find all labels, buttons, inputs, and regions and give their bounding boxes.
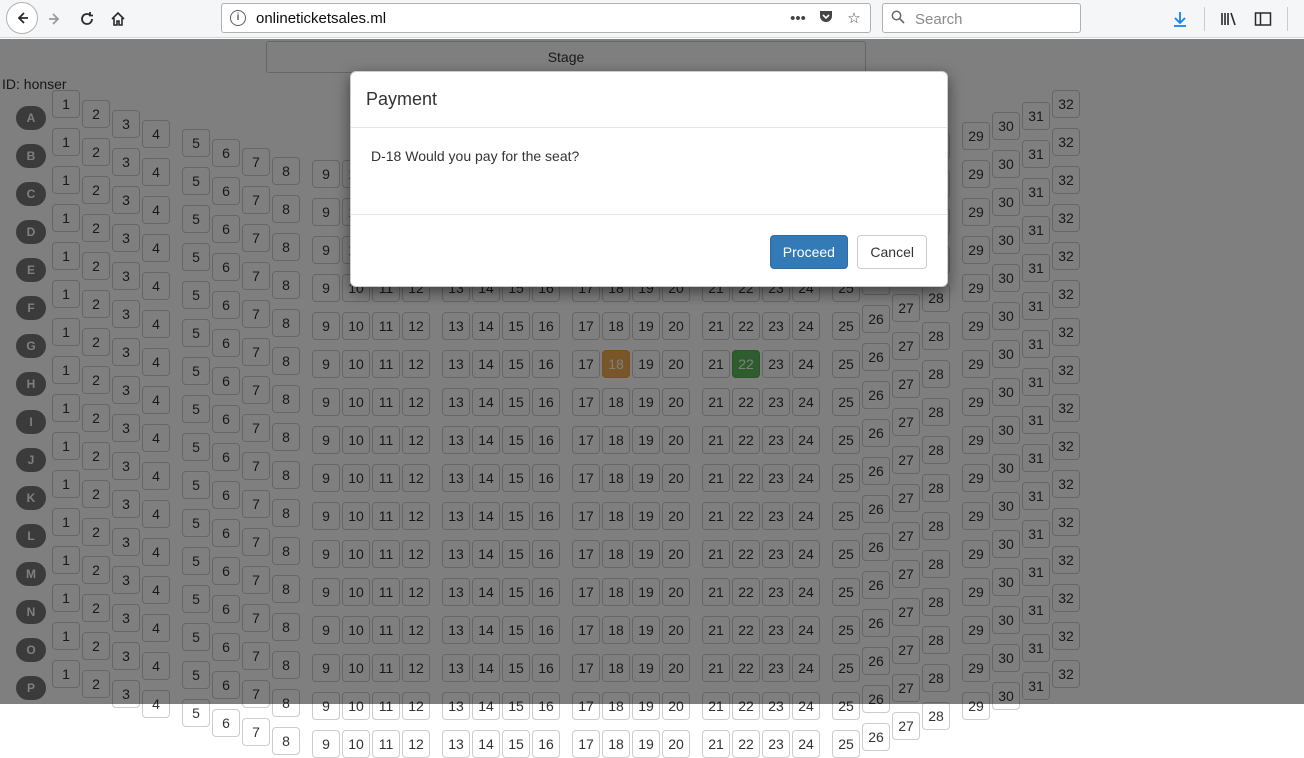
modal-title: Payment — [366, 89, 438, 109]
payment-modal: Payment D-18 Would you pay for the seat?… — [350, 71, 948, 287]
menu-icon[interactable] — [1300, 7, 1304, 31]
seat-p-20[interactable]: 20 — [662, 730, 690, 758]
seat-p-14[interactable]: 14 — [472, 730, 500, 758]
browser-toolbar: i onlineticketsales.ml ••• ☆ Search — [0, 0, 1304, 38]
seat-p-13[interactable]: 13 — [442, 730, 470, 758]
bookmark-star-icon[interactable]: ☆ — [844, 9, 864, 27]
seat-p-23[interactable]: 23 — [762, 730, 790, 758]
search-input[interactable]: Search — [882, 3, 1081, 33]
modal-header: Payment — [351, 72, 947, 128]
modal-message: D-18 Would you pay for the seat? — [371, 148, 580, 164]
toolbar-separator — [1204, 7, 1205, 31]
library-icon[interactable] — [1217, 7, 1241, 31]
url-text: onlineticketsales.ml — [256, 10, 387, 27]
modal-body: D-18 Would you pay for the seat? — [351, 128, 947, 214]
seat-p-12[interactable]: 12 — [402, 730, 430, 758]
seat-p-21[interactable]: 21 — [702, 730, 730, 758]
url-bar[interactable]: i onlineticketsales.ml ••• ☆ — [221, 3, 871, 33]
reload-icon[interactable] — [72, 4, 102, 34]
seat-p-15[interactable]: 15 — [502, 730, 530, 758]
search-icon — [891, 10, 905, 24]
seat-p-26[interactable]: 26 — [862, 723, 890, 751]
sidebar-icon[interactable] — [1251, 7, 1275, 31]
cancel-button[interactable]: Cancel — [857, 235, 927, 269]
seat-p-18[interactable]: 18 — [602, 730, 630, 758]
seat-p-27[interactable]: 27 — [892, 712, 920, 740]
home-icon[interactable] — [103, 4, 133, 34]
seat-p-16[interactable]: 16 — [532, 730, 560, 758]
seat-p-6[interactable]: 6 — [212, 709, 240, 737]
seat-p-11[interactable]: 11 — [372, 730, 400, 758]
page-actions-icon[interactable]: ••• — [788, 10, 808, 27]
seat-p-25[interactable]: 25 — [832, 730, 860, 758]
pocket-icon[interactable] — [816, 8, 836, 28]
seat-p-28[interactable]: 28 — [922, 702, 950, 730]
seat-p-22[interactable]: 22 — [732, 730, 760, 758]
forward-icon[interactable] — [40, 4, 70, 34]
seat-p-8[interactable]: 8 — [272, 727, 300, 755]
back-icon[interactable] — [6, 2, 38, 34]
seat-p-24[interactable]: 24 — [792, 730, 820, 758]
seat-p-19[interactable]: 19 — [632, 730, 660, 758]
seat-p-7[interactable]: 7 — [242, 718, 270, 746]
toolbar-separator — [1287, 7, 1288, 31]
seat-p-17[interactable]: 17 — [572, 730, 600, 758]
info-icon[interactable]: i — [230, 10, 246, 26]
search-placeholder: Search — [915, 11, 963, 28]
seat-p-9[interactable]: 9 — [312, 730, 340, 758]
modal-footer: Proceed Cancel — [351, 214, 947, 286]
seat-p-10[interactable]: 10 — [342, 730, 370, 758]
proceed-button[interactable]: Proceed — [769, 235, 848, 269]
download-icon[interactable] — [1168, 7, 1192, 31]
